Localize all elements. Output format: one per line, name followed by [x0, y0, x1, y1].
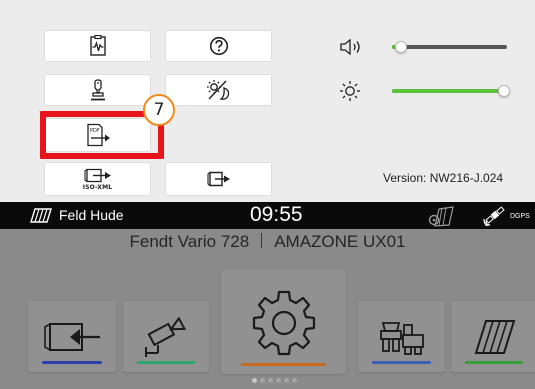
page-dot[interactable] — [268, 378, 273, 383]
page-dot[interactable] — [260, 378, 265, 383]
clock: 09:55 — [250, 203, 303, 226]
implement-name: AMAZONE UX01 — [274, 232, 406, 251]
satellite-icon[interactable] — [483, 204, 509, 226]
tile-accent — [464, 361, 524, 364]
help-button[interactable] — [166, 31, 271, 61]
diagnosis-button[interactable] — [45, 31, 150, 61]
connect-icon — [44, 322, 100, 351]
app-switch-button[interactable] — [166, 163, 271, 195]
tile-accent — [241, 363, 326, 366]
day-night-icon — [206, 80, 229, 100]
help-icon — [209, 36, 228, 56]
camera-icon — [145, 316, 187, 357]
isoxml-export-button[interactable]: ISO-XML — [45, 163, 150, 195]
day-night-button[interactable] — [166, 75, 271, 105]
isoxml-label: ISO-XML — [82, 183, 113, 191]
brightness-slider[interactable] — [392, 85, 510, 97]
tile-accent — [42, 361, 102, 364]
machine-icon — [379, 321, 424, 355]
svg-text:PDF: PDF — [90, 128, 100, 134]
home-screen: Fendt Vario 728 AMAZONE UX01 — [0, 229, 535, 389]
page-indicator — [252, 378, 297, 384]
speaker-icon — [340, 38, 360, 56]
page-dot[interactable] — [284, 378, 289, 383]
volume-slider-handle[interactable] — [395, 41, 408, 53]
app-switch-icon — [206, 171, 230, 187]
field-icon — [30, 208, 52, 223]
tile-accent — [371, 361, 432, 364]
callout-badge: 7 — [143, 94, 175, 126]
pdf-export-icon: PDF — [86, 123, 110, 147]
page-dot[interactable] — [252, 378, 257, 383]
page-dot[interactable] — [292, 378, 297, 383]
field-name[interactable]: Feld Hude — [59, 207, 124, 223]
joystick-button[interactable] — [45, 75, 150, 105]
brightness-slider-fill — [392, 89, 504, 93]
machine-combination: Fendt Vario 728 AMAZONE UX01 — [0, 232, 535, 252]
brightness-slider-handle[interactable] — [498, 85, 510, 97]
gps-mode-label: DGPS — [510, 213, 530, 220]
steering-icon[interactable] — [427, 205, 455, 227]
quick-menu: PDF ISO-XML 7 Version: NW216-J.024 — [0, 0, 535, 202]
tile-connect[interactable] — [28, 301, 116, 372]
tile-camera[interactable] — [123, 301, 209, 372]
settings-gear-icon — [252, 290, 315, 356]
pdf-export-button[interactable]: PDF — [45, 119, 150, 151]
joystick-icon — [90, 79, 105, 101]
tractor-name: Fendt Vario 728 — [129, 232, 250, 251]
volume-slider[interactable] — [392, 41, 507, 53]
tile-settings[interactable] — [221, 270, 346, 374]
page-dot[interactable] — [276, 378, 281, 383]
tile-accent — [136, 361, 196, 364]
version-label: Version: NW216-J.024 — [383, 171, 504, 185]
diagnosis-icon — [89, 35, 106, 56]
field-icon — [474, 319, 516, 354]
status-bar: Feld Hude 09:55 DGPS — [0, 202, 535, 229]
terminal-screen: PDF ISO-XML 7 Version: NW216-J.024 Feld … — [0, 0, 535, 389]
tile-machine[interactable] — [358, 301, 445, 372]
divider — [261, 233, 263, 248]
sun-icon — [340, 81, 360, 101]
isoxml-export-icon — [83, 168, 111, 182]
tile-field[interactable] — [451, 301, 535, 372]
